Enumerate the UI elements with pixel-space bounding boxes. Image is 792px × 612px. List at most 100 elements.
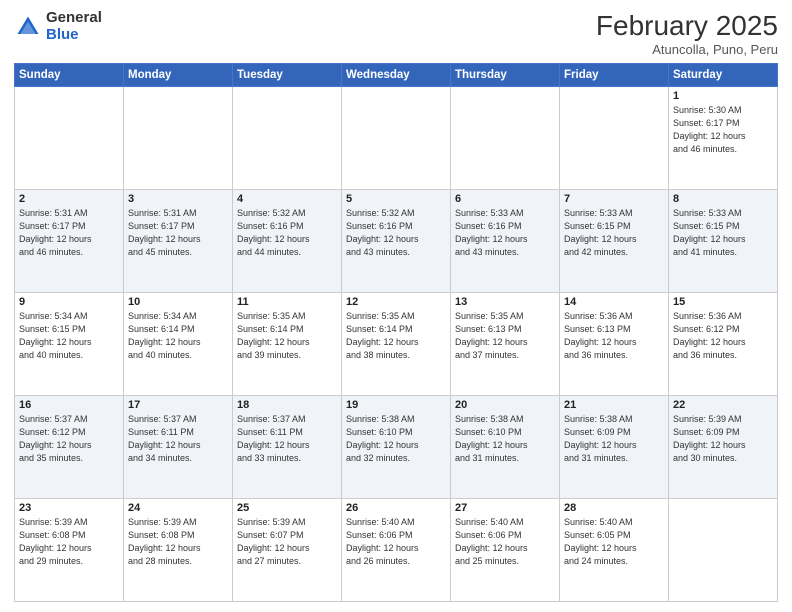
weekday-header-monday: Monday — [124, 64, 233, 87]
day-info: Sunrise: 5:37 AMSunset: 6:11 PMDaylight:… — [237, 413, 337, 465]
day-info: Sunrise: 5:37 AMSunset: 6:12 PMDaylight:… — [19, 413, 119, 465]
title-block: February 2025 Atuncolla, Puno, Peru — [596, 10, 778, 57]
day-number: 21 — [564, 399, 664, 411]
day-info: Sunrise: 5:39 AMSunset: 6:08 PMDaylight:… — [19, 516, 119, 568]
calendar-cell: 10 Sunrise: 5:34 AMSunset: 6:14 PMDayligh… — [124, 293, 233, 396]
week-row-5: 23 Sunrise: 5:39 AMSunset: 6:08 PMDayligh… — [15, 499, 778, 602]
month-year: February 2025 — [596, 10, 778, 42]
day-number: 7 — [564, 193, 664, 205]
calendar-cell: 7 Sunrise: 5:33 AMSunset: 6:15 PMDaylight… — [560, 190, 669, 293]
day-info: Sunrise: 5:33 AMSunset: 6:16 PMDaylight:… — [455, 207, 555, 259]
day-info: Sunrise: 5:38 AMSunset: 6:10 PMDaylight:… — [455, 413, 555, 465]
calendar-cell — [342, 87, 451, 190]
day-number: 24 — [128, 502, 228, 514]
week-row-3: 9 Sunrise: 5:34 AMSunset: 6:15 PMDaylight… — [15, 293, 778, 396]
calendar-cell: 12Sunrise: 5:35 AMSunset: 6:14 PMDayligh… — [342, 293, 451, 396]
day-number: 2 — [19, 193, 119, 205]
calendar-cell — [233, 87, 342, 190]
day-info: Sunrise: 5:30 AMSunset: 6:17 PMDaylight:… — [673, 104, 773, 156]
logo-general-text: General — [46, 10, 102, 27]
calendar-cell: 21 Sunrise: 5:38 AMSunset: 6:09 PMDayligh… — [560, 396, 669, 499]
calendar-cell — [124, 87, 233, 190]
day-number: 15 — [673, 296, 773, 308]
weekday-header-wednesday: Wednesday — [342, 64, 451, 87]
day-number: 22 — [673, 399, 773, 411]
weekday-header-thursday: Thursday — [451, 64, 560, 87]
calendar-cell: 28 Sunrise: 5:40 AMSunset: 6:05 PMDayligh… — [560, 499, 669, 602]
day-number: 25 — [237, 502, 337, 514]
day-info: Sunrise: 5:40 AMSunset: 6:06 PMDaylight:… — [455, 516, 555, 568]
day-info: Sunrise: 5:34 AMSunset: 6:15 PMDaylight:… — [19, 310, 119, 362]
calendar-cell: 25 Sunrise: 5:39 AMSunset: 6:07 PMDayligh… — [233, 499, 342, 602]
calendar-cell: 18 Sunrise: 5:37 AMSunset: 6:11 PMDayligh… — [233, 396, 342, 499]
day-info: Sunrise: 5:35 AMSunset: 6:14 PMDaylight:… — [346, 310, 446, 362]
calendar-cell — [451, 87, 560, 190]
day-info: Sunrise: 5:32 AMSunset: 6:16 PMDaylight:… — [346, 207, 446, 259]
calendar-cell: 9 Sunrise: 5:34 AMSunset: 6:15 PMDaylight… — [15, 293, 124, 396]
calendar-cell — [15, 87, 124, 190]
day-number: 28 — [564, 502, 664, 514]
calendar-cell — [560, 87, 669, 190]
calendar-cell: 22 Sunrise: 5:39 AMSunset: 6:09 PMDayligh… — [669, 396, 778, 499]
calendar-table: SundayMondayTuesdayWednesdayThursdayFrid… — [14, 63, 778, 602]
day-info: Sunrise: 5:38 AMSunset: 6:09 PMDaylight:… — [564, 413, 664, 465]
day-number: 18 — [237, 399, 337, 411]
week-row-2: 2 Sunrise: 5:31 AMSunset: 6:17 PMDaylight… — [15, 190, 778, 293]
day-number: 11 — [237, 296, 337, 308]
day-number: 19 — [346, 399, 446, 411]
weekday-header-saturday: Saturday — [669, 64, 778, 87]
calendar-cell: 4 Sunrise: 5:32 AMSunset: 6:16 PMDaylight… — [233, 190, 342, 293]
week-row-4: 16 Sunrise: 5:37 AMSunset: 6:12 PMDayligh… — [15, 396, 778, 499]
day-info: Sunrise: 5:40 AMSunset: 6:06 PMDaylight:… — [346, 516, 446, 568]
calendar-cell: 5Sunrise: 5:32 AMSunset: 6:16 PMDaylight… — [342, 190, 451, 293]
day-info: Sunrise: 5:36 AMSunset: 6:13 PMDaylight:… — [564, 310, 664, 362]
day-info: Sunrise: 5:31 AMSunset: 6:17 PMDaylight:… — [128, 207, 228, 259]
calendar-cell: 8 Sunrise: 5:33 AMSunset: 6:15 PMDaylight… — [669, 190, 778, 293]
day-number: 4 — [237, 193, 337, 205]
calendar-cell: 19Sunrise: 5:38 AMSunset: 6:10 PMDayligh… — [342, 396, 451, 499]
day-number: 13 — [455, 296, 555, 308]
day-number: 23 — [19, 502, 119, 514]
day-number: 3 — [128, 193, 228, 205]
calendar-cell: 16 Sunrise: 5:37 AMSunset: 6:12 PMDayligh… — [15, 396, 124, 499]
header: General Blue February 2025 Atuncolla, Pu… — [14, 10, 778, 57]
day-number: 17 — [128, 399, 228, 411]
day-info: Sunrise: 5:39 AMSunset: 6:08 PMDaylight:… — [128, 516, 228, 568]
calendar-cell: 15 Sunrise: 5:36 AMSunset: 6:12 PMDayligh… — [669, 293, 778, 396]
calendar-cell: 24 Sunrise: 5:39 AMSunset: 6:08 PMDayligh… — [124, 499, 233, 602]
day-number: 10 — [128, 296, 228, 308]
calendar-cell: 26Sunrise: 5:40 AMSunset: 6:06 PMDayligh… — [342, 499, 451, 602]
logo-blue-text: Blue — [46, 27, 102, 44]
day-info: Sunrise: 5:32 AMSunset: 6:16 PMDaylight:… — [237, 207, 337, 259]
day-info: Sunrise: 5:33 AMSunset: 6:15 PMDaylight:… — [673, 207, 773, 259]
page: General Blue February 2025 Atuncolla, Pu… — [0, 0, 792, 612]
location: Atuncolla, Puno, Peru — [596, 42, 778, 57]
calendar-cell: 17 Sunrise: 5:37 AMSunset: 6:11 PMDayligh… — [124, 396, 233, 499]
calendar-cell: 3 Sunrise: 5:31 AMSunset: 6:17 PMDaylight… — [124, 190, 233, 293]
day-number: 16 — [19, 399, 119, 411]
day-info: Sunrise: 5:34 AMSunset: 6:14 PMDaylight:… — [128, 310, 228, 362]
day-info: Sunrise: 5:40 AMSunset: 6:05 PMDaylight:… — [564, 516, 664, 568]
calendar-cell: 1Sunrise: 5:30 AMSunset: 6:17 PMDaylight… — [669, 87, 778, 190]
calendar-cell: 27 Sunrise: 5:40 AMSunset: 6:06 PMDayligh… — [451, 499, 560, 602]
logo-icon — [14, 13, 42, 41]
weekday-header-tuesday: Tuesday — [233, 64, 342, 87]
day-number: 14 — [564, 296, 664, 308]
day-number: 8 — [673, 193, 773, 205]
calendar-cell: 14 Sunrise: 5:36 AMSunset: 6:13 PMDayligh… — [560, 293, 669, 396]
day-info: Sunrise: 5:36 AMSunset: 6:12 PMDaylight:… — [673, 310, 773, 362]
day-info: Sunrise: 5:35 AMSunset: 6:14 PMDaylight:… — [237, 310, 337, 362]
day-number: 20 — [455, 399, 555, 411]
day-info: Sunrise: 5:39 AMSunset: 6:07 PMDaylight:… — [237, 516, 337, 568]
weekday-header-row: SundayMondayTuesdayWednesdayThursdayFrid… — [15, 64, 778, 87]
calendar-cell: 23 Sunrise: 5:39 AMSunset: 6:08 PMDayligh… — [15, 499, 124, 602]
day-info: Sunrise: 5:39 AMSunset: 6:09 PMDaylight:… — [673, 413, 773, 465]
calendar-cell: 13Sunrise: 5:35 AMSunset: 6:13 PMDayligh… — [451, 293, 560, 396]
calendar-cell: 11 Sunrise: 5:35 AMSunset: 6:14 PMDayligh… — [233, 293, 342, 396]
day-info: Sunrise: 5:31 AMSunset: 6:17 PMDaylight:… — [19, 207, 119, 259]
day-number: 9 — [19, 296, 119, 308]
day-info: Sunrise: 5:37 AMSunset: 6:11 PMDaylight:… — [128, 413, 228, 465]
day-number: 27 — [455, 502, 555, 514]
day-info: Sunrise: 5:33 AMSunset: 6:15 PMDaylight:… — [564, 207, 664, 259]
week-row-1: 1Sunrise: 5:30 AMSunset: 6:17 PMDaylight… — [15, 87, 778, 190]
